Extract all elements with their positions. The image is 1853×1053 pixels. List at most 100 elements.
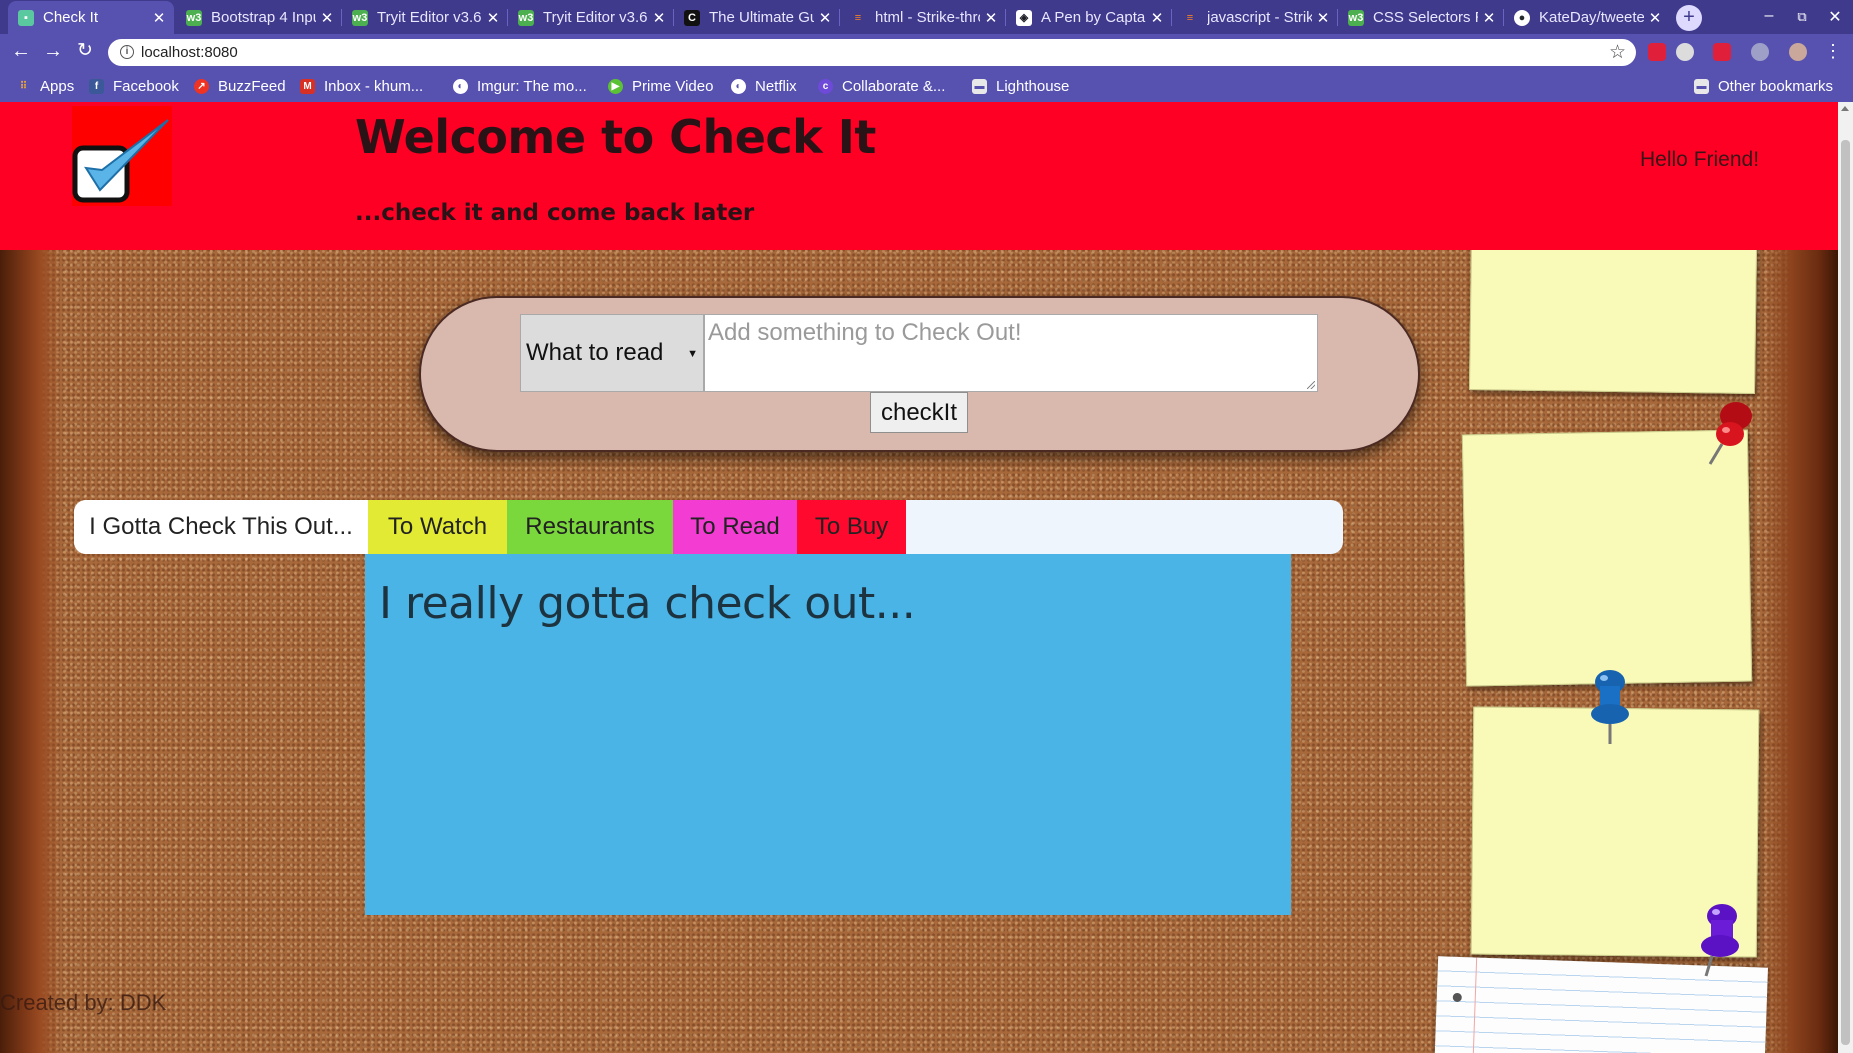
item-text-input[interactable]: Add something to Check Out! xyxy=(704,314,1318,392)
corkboard-frame-right xyxy=(1762,250,1838,1053)
browser-tab[interactable]: ≡ javascript - Strike ✕ xyxy=(1172,1,1338,34)
browser-tab[interactable]: C The Ultimate Guide ✕ xyxy=(674,1,840,34)
globe-icon: ◐ xyxy=(731,78,746,94)
forward-icon[interactable]: → xyxy=(42,40,64,62)
codepen-icon: ◈ xyxy=(1016,9,1032,26)
back-icon[interactable]: ← xyxy=(10,40,32,62)
tab-to-buy[interactable]: To Buy xyxy=(797,500,906,554)
page-corkboard: Welcome to Check It ...check it and come… xyxy=(0,102,1853,1053)
resize-grip-icon[interactable] xyxy=(1307,381,1315,389)
bookmark-collaborate[interactable]: c Collaborate &... xyxy=(818,76,945,96)
browser-tab[interactable]: ≡ html - Strike-through ✕ xyxy=(840,1,1006,34)
blue-pushpin-icon xyxy=(1591,670,1629,744)
checkit-button[interactable]: checkIt xyxy=(870,392,968,433)
browser-tab[interactable]: ◈ A Pen by Captain ✕ xyxy=(1006,1,1172,34)
tab-title: Bootstrap 4 Inputs xyxy=(211,9,316,26)
category-select-value: What to read xyxy=(526,339,664,366)
site-header: Welcome to Check It ...check it and come… xyxy=(0,102,1838,250)
bookmark-netflix[interactable]: ◐ Netflix xyxy=(731,76,797,96)
tab-to-watch[interactable]: To Watch xyxy=(368,500,507,554)
extension-icon[interactable] xyxy=(1676,43,1694,61)
page-subtitle: ...check it and come back later xyxy=(355,200,755,226)
close-tab-icon[interactable]: ✕ xyxy=(652,9,666,27)
reload-icon[interactable]: ↻ xyxy=(74,40,96,62)
bookmark-buzzfeed[interactable]: ↗ BuzzFeed xyxy=(194,76,286,96)
close-tab-icon[interactable]: ✕ xyxy=(1648,9,1662,27)
checkmark-logo-icon xyxy=(72,106,172,206)
bookmark-lighthouse[interactable]: ▬ Lighthouse xyxy=(972,76,1069,96)
scrollbar-thumb[interactable] xyxy=(1841,140,1850,1045)
bookmark-imgur[interactable]: ◐ Imgur: The mo... xyxy=(453,76,587,96)
tab-title: A Pen by Captain xyxy=(1041,9,1146,26)
address-text: localhost:8080 xyxy=(141,44,238,61)
close-tab-icon[interactable]: ✕ xyxy=(1150,9,1164,27)
close-tab-icon[interactable]: ✕ xyxy=(152,9,166,27)
bookmark-apps[interactable]: ⠿ Apps xyxy=(16,76,74,96)
browser-tab[interactable]: ● KateDay/tweeter ✕ xyxy=(1504,1,1670,34)
extension-icon[interactable] xyxy=(1751,43,1769,61)
bookmark-label: Lighthouse xyxy=(996,77,1070,95)
content-panel: I really gotta check out... xyxy=(365,554,1291,915)
tab-restaurants[interactable]: Restaurants xyxy=(507,500,673,554)
sticky-note xyxy=(1468,240,1758,394)
other-bookmarks[interactable]: ▬ Other bookmarks xyxy=(1694,76,1833,96)
tab-title: KateDay/tweeter xyxy=(1539,9,1644,26)
apps-grid-icon: ⠿ xyxy=(19,80,28,92)
close-tab-icon[interactable]: ✕ xyxy=(320,9,334,27)
w3-icon: w3 xyxy=(1348,9,1364,26)
category-nav: I Gotta Check This Out... To Watch Resta… xyxy=(74,500,1343,554)
bookmark-label: Imgur: The mo... xyxy=(477,77,587,95)
site-info-icon[interactable]: i xyxy=(120,45,134,59)
bookmark-inbox[interactable]: M Inbox - khum... xyxy=(300,76,423,96)
bookmark-label: Apps xyxy=(40,77,75,95)
stackoverflow-icon: ≡ xyxy=(1186,11,1194,24)
tab-title: javascript - Strike xyxy=(1207,9,1312,26)
facebook-icon: f xyxy=(89,78,104,94)
tab-title: Check It xyxy=(43,9,99,26)
globe-icon: ◐ xyxy=(453,78,468,94)
tab-all[interactable]: I Gotta Check This Out... xyxy=(74,500,368,554)
page-scrollbar[interactable] xyxy=(1838,102,1853,1053)
footer-credit: Created by: DDK xyxy=(0,990,167,1015)
close-tab-icon[interactable]: ✕ xyxy=(1482,9,1496,27)
close-tab-icon[interactable]: ✕ xyxy=(984,9,998,27)
browser-tab[interactable]: w3 Tryit Editor v3.6 ✕ xyxy=(508,1,674,34)
minimize-icon[interactable]: – xyxy=(1759,7,1779,25)
close-tab-icon[interactable]: ✕ xyxy=(818,9,832,27)
profile-avatar-icon[interactable] xyxy=(1789,43,1807,61)
tab-title: Tryit Editor v3.6 xyxy=(377,9,482,26)
bookmark-label: BuzzFeed xyxy=(218,77,286,95)
github-icon: ● xyxy=(1514,9,1530,26)
browser-tab[interactable]: w3 Tryit Editor v3.6 ✕ xyxy=(342,1,508,34)
browser-tab[interactable]: ▪ Check It ✕ xyxy=(8,1,174,34)
w3-icon: w3 xyxy=(186,9,202,26)
bookmark-prime-video[interactable]: ▶ Prime Video xyxy=(608,76,713,96)
window-close-icon[interactable]: ✕ xyxy=(1825,7,1845,27)
extension-icon[interactable] xyxy=(1713,43,1731,61)
bookmark-star-icon[interactable]: ☆ xyxy=(1609,41,1626,64)
bookmarks-bar: ⠿ Apps f Facebook ↗ BuzzFeed M Inbox - k… xyxy=(0,70,1853,102)
folder-icon: ▬ xyxy=(1694,78,1709,94)
scroll-up-arrow-icon[interactable] xyxy=(1841,106,1849,111)
tab-title: The Ultimate Guide xyxy=(709,9,814,26)
extension-icon[interactable] xyxy=(1648,43,1666,61)
close-tab-icon[interactable]: ✕ xyxy=(486,9,500,27)
folder-icon: ▬ xyxy=(972,78,987,94)
play-icon: ▶ xyxy=(608,78,623,94)
close-tab-icon[interactable]: ✕ xyxy=(1316,9,1330,27)
new-tab-button[interactable]: + xyxy=(1676,5,1702,31)
stackoverflow-icon: ≡ xyxy=(854,11,862,24)
bookmark-label: Collaborate &... xyxy=(842,77,946,95)
maximize-icon[interactable]: ⧉ xyxy=(1792,9,1812,25)
browser-tab[interactable]: w3 Bootstrap 4 Inputs ✕ xyxy=(176,1,342,34)
address-bar[interactable]: i localhost:8080 ☆ xyxy=(108,39,1636,66)
bookmark-facebook[interactable]: f Facebook xyxy=(89,76,179,96)
purple-pushpin-icon xyxy=(1701,904,1739,977)
bookmark-label: Prime Video xyxy=(632,77,714,95)
category-select[interactable]: What to read ▼ xyxy=(520,314,704,392)
browser-tab[interactable]: w3 CSS Selectors Reference ✕ xyxy=(1338,1,1504,34)
bookmark-label: Facebook xyxy=(113,77,179,95)
tab-to-read[interactable]: To Read xyxy=(673,500,797,554)
item-input-placeholder: Add something to Check Out! xyxy=(708,319,1022,346)
menu-kebab-icon[interactable]: ⋮ xyxy=(1822,40,1844,62)
